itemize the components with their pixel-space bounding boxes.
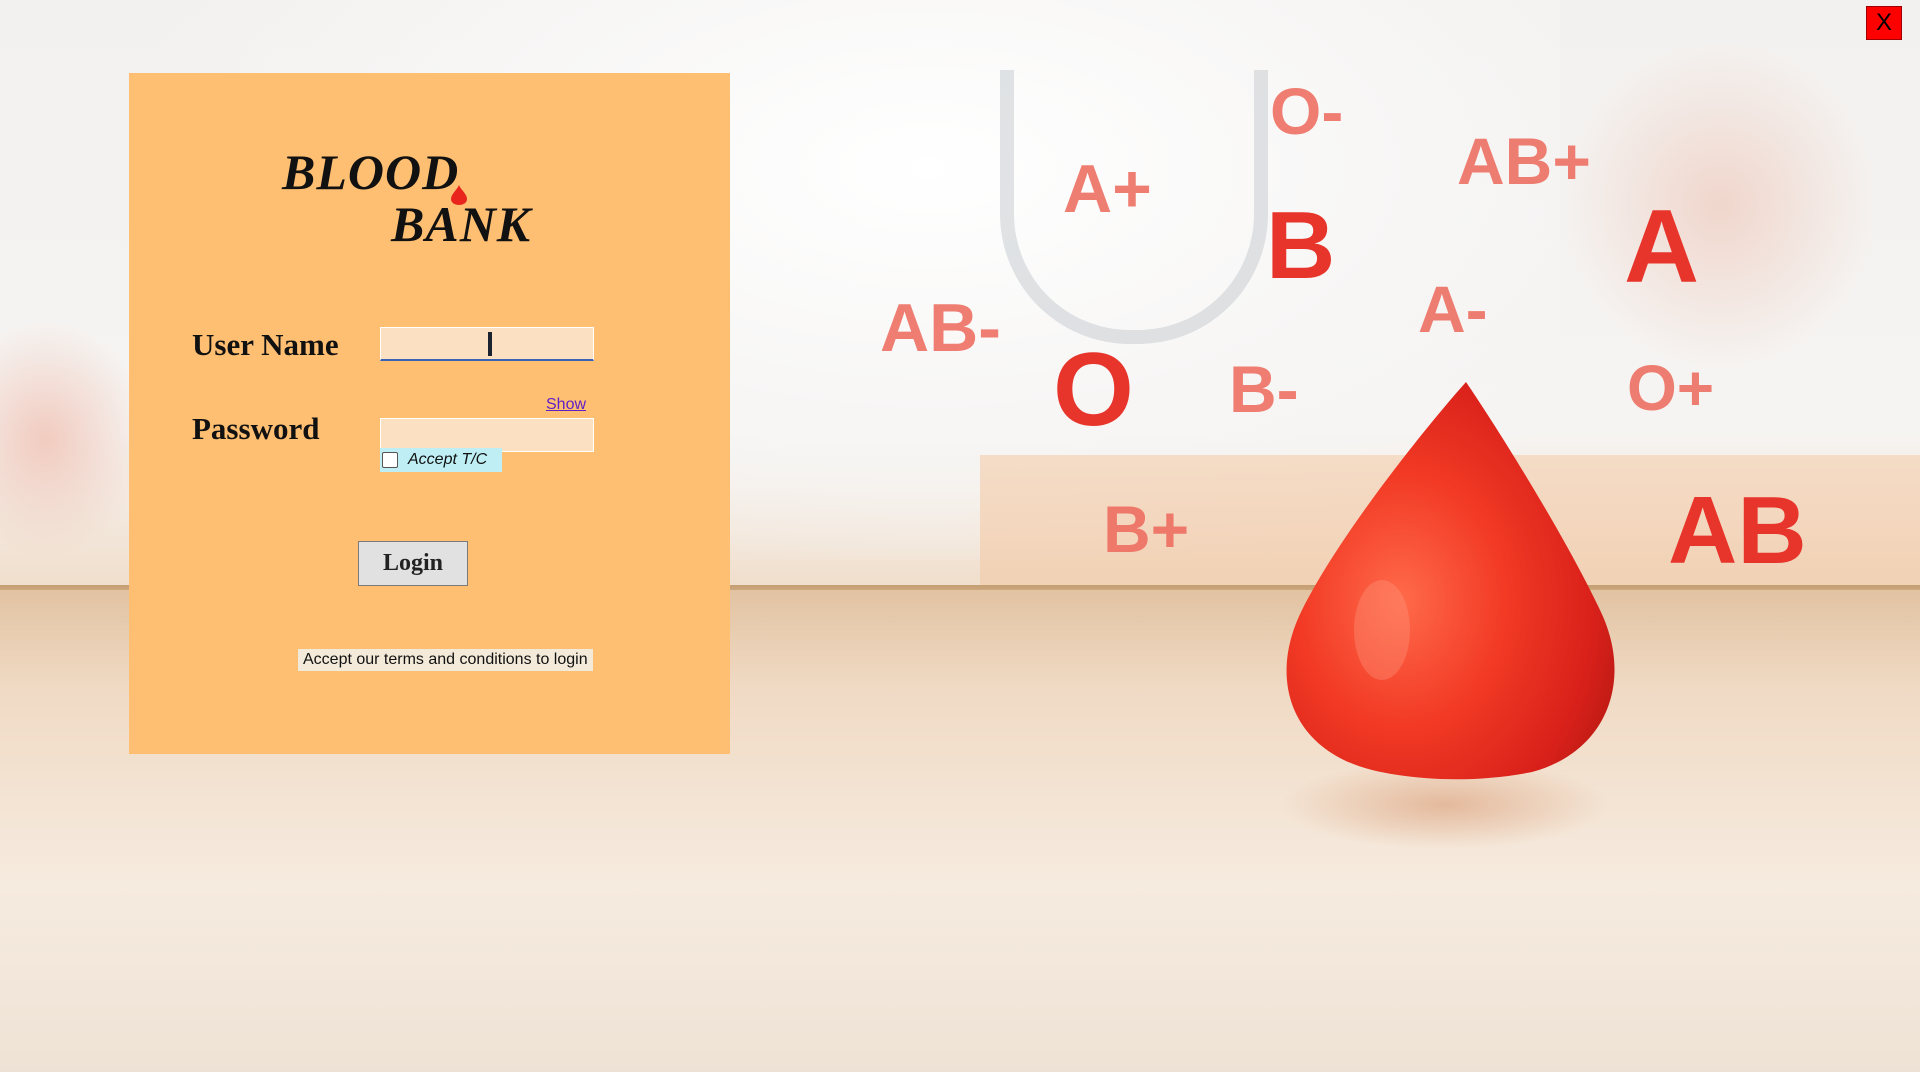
blood-type-label: A- [1418,272,1488,346]
blood-type-label: O- [1270,74,1344,148]
blood-type-label: B [1266,192,1336,299]
blood-drop-icon [1286,382,1615,780]
password-input[interactable] [380,418,594,452]
accept-terms-checkbox-row[interactable]: Accept T/C [380,448,502,472]
blood-type-label: A+ [1063,151,1152,227]
login-screen: O- AB+ A+ B A AB- A- O B- O+ B+ AB X BLO… [0,0,1920,1080]
terms-note: Accept our terms and conditions to login [298,649,593,671]
logo-text-blood: BLOOD [282,144,460,200]
background-hand-left [0,320,150,560]
blood-drop-logo-icon [451,185,467,205]
password-label: Password [192,411,320,446]
blood-type-label: O [1053,332,1134,448]
accept-terms-label[interactable]: Accept T/C [408,451,487,469]
blood-type-label: AB [1668,477,1807,584]
blood-type-label: B+ [1103,492,1190,566]
username-input[interactable] [380,327,594,361]
blood-type-label: AB+ [1457,124,1591,198]
accept-terms-checkbox[interactable] [382,452,398,468]
login-panel: BLOOD BANK User Name Show Password Accep… [129,73,730,754]
show-password-link[interactable]: Show [546,396,586,414]
text-cursor [488,332,492,356]
blood-type-label: AB- [880,290,1001,366]
blood-type-label: A [1624,189,1700,305]
bottom-strip [0,1072,1920,1080]
close-button[interactable]: X [1866,6,1902,40]
login-button[interactable]: Login [358,541,468,586]
username-label: User Name [192,327,339,362]
background-hand-right [1560,40,1880,370]
